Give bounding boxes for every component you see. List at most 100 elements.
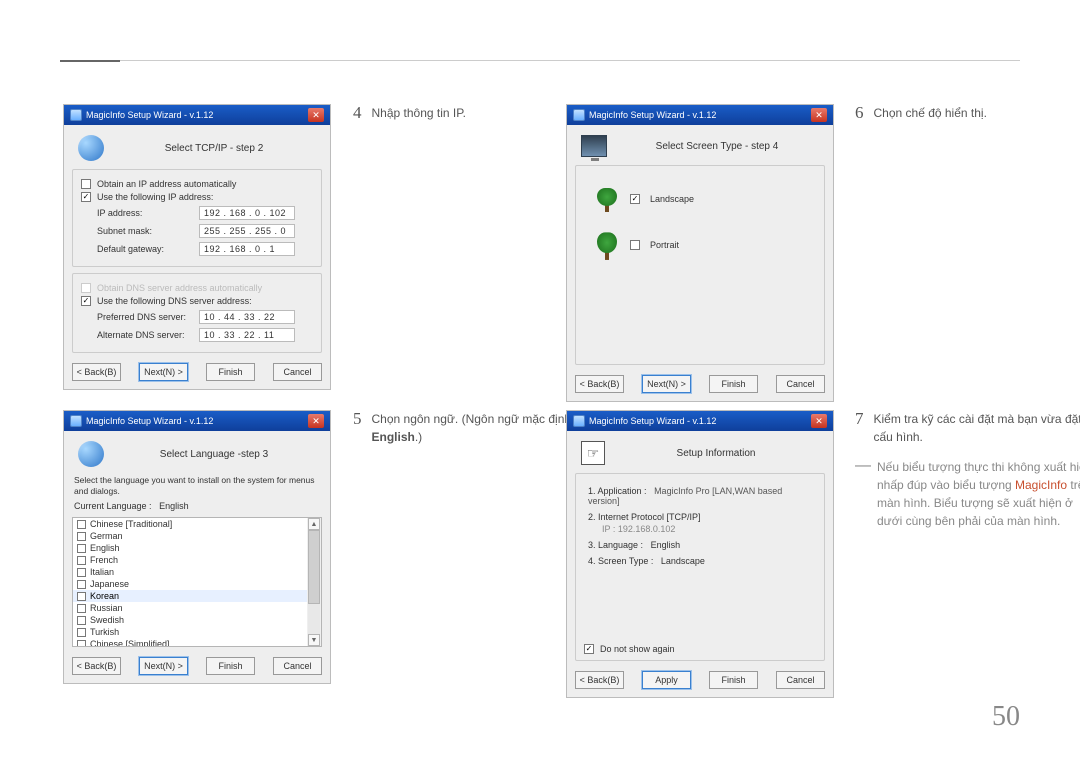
checkbox-icon[interactable] (77, 604, 86, 613)
list-item[interactable]: Swedish (73, 614, 321, 626)
dialog-language: MagicInfo Setup Wizard - v.1.12 ✕ Select… (63, 410, 331, 684)
titlebar[interactable]: MagicInfo Setup Wizard - v.1.12 ✕ (64, 411, 330, 431)
panel-header: Select TCP/IP - step 2 (112, 143, 316, 154)
list-item[interactable]: German (73, 530, 321, 542)
next-button[interactable]: Next(N) > (139, 657, 188, 675)
checkbox-auto-dns[interactable] (81, 283, 91, 293)
summary-group: 1. Application : MagicInfo Pro [LAN,WAN … (575, 473, 825, 661)
back-button[interactable]: < Back(B) (575, 375, 624, 393)
dialog-screentype: MagicInfo Setup Wizard - v.1.12 ✕ Select… (566, 104, 834, 402)
back-button[interactable]: < Back(B) (72, 363, 121, 381)
checkbox-portrait[interactable] (630, 240, 640, 250)
list-item[interactable]: Turkish (73, 626, 321, 638)
scroll-up-icon[interactable]: ▲ (308, 518, 320, 530)
checkbox-use-dns[interactable] (81, 296, 91, 306)
checkbox-auto-ip[interactable] (81, 179, 91, 189)
dash-icon: ― (855, 458, 871, 530)
mask-field[interactable]: 255 . 255 . 255 . 0 (199, 224, 295, 238)
next-button[interactable]: Next(N) > (642, 375, 691, 393)
checkbox-dont-show[interactable] (584, 644, 594, 654)
finish-button[interactable]: Finish (206, 363, 255, 381)
apply-button[interactable]: Apply (642, 671, 691, 689)
caption-step7: 7 Kiểm tra kỹ các cài đặt mà bạn vừa đặt… (855, 410, 1080, 530)
list-item[interactable]: Italian (73, 566, 321, 578)
caption-step5: 5 Chọn ngôn ngữ. (Ngôn ngữ mặc định là E… (353, 410, 595, 452)
dns1-label: Preferred DNS server: (97, 312, 191, 322)
info-language: 3. Language : English (588, 540, 816, 550)
list-item[interactable]: English (73, 542, 321, 554)
close-icon[interactable]: ✕ (811, 414, 827, 428)
dns2-label: Alternate DNS server: (97, 330, 191, 340)
info-screentype: 4. Screen Type : Landscape (588, 556, 816, 566)
close-icon[interactable]: ✕ (811, 108, 827, 122)
portrait-label: Portrait (650, 240, 679, 250)
step-text-7: Kiểm tra kỹ các cài đặt mà bạn vừa đặt c… (874, 410, 1080, 446)
list-item[interactable]: Korean (73, 590, 321, 602)
scrollbar[interactable]: ▲ ▼ (307, 518, 321, 646)
titlebar[interactable]: MagicInfo Setup Wizard - v.1.12 ✕ (64, 105, 330, 125)
list-item-label: Turkish (90, 627, 119, 637)
checkbox-icon[interactable] (77, 628, 86, 637)
titlebar[interactable]: MagicInfo Setup Wizard - v.1.12 ✕ (567, 105, 833, 125)
back-button[interactable]: < Back(B) (72, 657, 121, 675)
cancel-button[interactable]: Cancel (273, 657, 322, 675)
caption-step6: 6 Chọn chế độ hiển thị. (855, 104, 1080, 128)
info-ip: IP : 192.168.0.102 (602, 524, 816, 534)
next-button[interactable]: Next(N) > (139, 363, 188, 381)
checkbox-icon[interactable] (77, 544, 86, 553)
panel-header: Select Language -step 3 (112, 449, 316, 460)
checkbox-icon[interactable] (77, 640, 86, 648)
app-icon (573, 415, 585, 427)
list-item[interactable]: Japanese (73, 578, 321, 590)
list-item-label: Chinese [Simplified] (90, 639, 170, 647)
dns1-field[interactable]: 10 . 44 . 33 . 22 (199, 310, 295, 324)
finish-button[interactable]: Finish (206, 657, 255, 675)
checkbox-icon[interactable] (77, 568, 86, 577)
dont-show-label: Do not show again (600, 644, 675, 654)
list-item[interactable]: French (73, 554, 321, 566)
gw-field[interactable]: 192 . 168 . 0 . 1 (199, 242, 295, 256)
tree-portrait-icon (594, 230, 620, 260)
hand-pointer-icon (581, 441, 605, 465)
cancel-button[interactable]: Cancel (776, 375, 825, 393)
list-item[interactable]: Chinese [Traditional] (73, 518, 321, 530)
cancel-button[interactable]: Cancel (776, 671, 825, 689)
info-protocol: 2. Internet Protocol [TCP/IP] (588, 512, 816, 522)
list-item-label: Italian (90, 567, 114, 577)
finish-button[interactable]: Finish (709, 375, 758, 393)
titlebar[interactable]: MagicInfo Setup Wizard - v.1.12 ✕ (567, 411, 833, 431)
monitor-icon (581, 135, 607, 157)
globe-network-icon (78, 135, 104, 161)
list-item-label: Japanese (90, 579, 129, 589)
close-icon[interactable]: ✕ (308, 414, 324, 428)
step7-note: Nếu biểu tượng thực thi không xuất hiện,… (877, 458, 1080, 530)
use-ip-label: Use the following IP address: (97, 192, 313, 202)
cancel-button[interactable]: Cancel (273, 363, 322, 381)
finish-button[interactable]: Finish (709, 671, 758, 689)
list-item[interactable]: Chinese [Simplified] (73, 638, 321, 647)
scroll-thumb[interactable] (308, 530, 320, 604)
checkbox-use-ip[interactable] (81, 192, 91, 202)
app-icon (573, 109, 585, 121)
list-item-label: Chinese [Traditional] (90, 519, 172, 529)
list-item-label: Korean (90, 591, 119, 601)
step-number-4: 4 (353, 104, 362, 122)
checkbox-icon[interactable] (77, 520, 86, 529)
checkbox-icon[interactable] (77, 532, 86, 541)
language-listbox[interactable]: Chinese [Traditional]GermanEnglishFrench… (72, 517, 322, 647)
close-icon[interactable]: ✕ (308, 108, 324, 122)
checkbox-landscape[interactable] (630, 194, 640, 204)
gw-label: Default gateway: (97, 244, 191, 254)
scroll-down-icon[interactable]: ▼ (308, 634, 320, 646)
checkbox-icon[interactable] (77, 592, 86, 601)
checkbox-icon[interactable] (77, 616, 86, 625)
list-item[interactable]: Russian (73, 602, 321, 614)
dns2-field[interactable]: 10 . 33 . 22 . 11 (199, 328, 295, 342)
checkbox-icon[interactable] (77, 556, 86, 565)
checkbox-icon[interactable] (77, 580, 86, 589)
back-button[interactable]: < Back(B) (575, 671, 624, 689)
tree-landscape-icon (594, 186, 620, 212)
use-dns-label: Use the following DNS server address: (97, 296, 313, 306)
ip-field[interactable]: 192 . 168 . 0 . 102 (199, 206, 295, 220)
panel-header: Setup Information (613, 448, 819, 459)
